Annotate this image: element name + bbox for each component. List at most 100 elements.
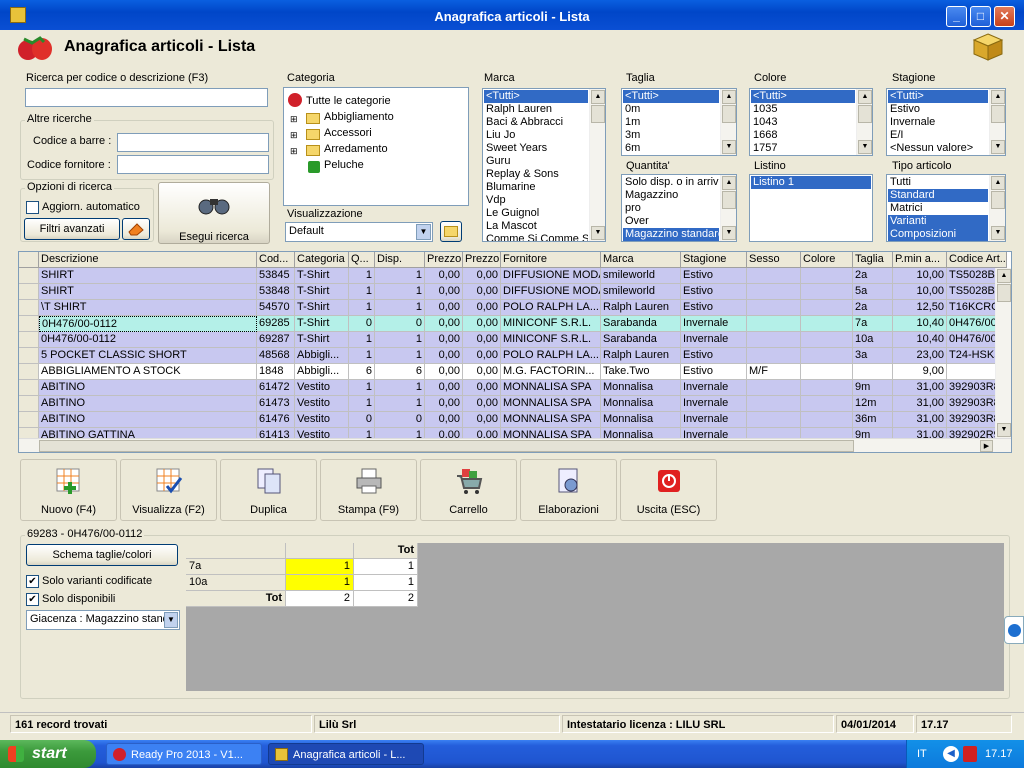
scroll-down-icon[interactable]: ▼	[722, 140, 736, 154]
auto-update-checkbox[interactable]	[26, 201, 39, 214]
table-row[interactable]: 0H476/00-0112 69287 T-Shirt 1 1 0,00 0,00 MINIC…	[19, 332, 1007, 348]
table-cell[interactable]	[801, 332, 853, 348]
category-item[interactable]: Peluche	[324, 159, 364, 171]
category-item[interactable]: Abbigliamento	[324, 111, 394, 123]
article-type-option[interactable]: Composizioni	[888, 228, 988, 241]
table-cell[interactable]: 1	[349, 284, 375, 300]
table-cell[interactable]: Estivo	[681, 284, 747, 300]
table-cell[interactable]: 9,00	[893, 364, 947, 380]
table-cell[interactable]: T-Shirt	[295, 316, 349, 332]
table-cell[interactable]: Invernale	[681, 396, 747, 412]
scroll-thumb[interactable]	[591, 105, 605, 123]
season-option[interactable]: <Tutti>	[888, 90, 988, 103]
table-cell[interactable]: Vestito	[295, 380, 349, 396]
table-row[interactable]: \T SHIRT 54570 T-Shirt 1 1 0,00 0,00 POLO RALPH…	[19, 300, 1007, 316]
column-header[interactable]: Q...	[349, 252, 375, 268]
table-cell[interactable]: SHIRT	[39, 268, 257, 284]
table-cell[interactable]: 0,00	[425, 396, 463, 412]
expand-icon[interactable]: ⊞	[290, 114, 298, 125]
season-option[interactable]: E/I	[888, 129, 988, 142]
table-cell[interactable]: ABITINO	[39, 380, 257, 396]
table-cell[interactable]: Sarabanda	[601, 332, 681, 348]
table-cell[interactable]	[801, 396, 853, 412]
table-cell[interactable]: 12m	[853, 396, 893, 412]
table-cell[interactable]: 10,40	[893, 332, 947, 348]
season-option[interactable]: Estivo	[888, 103, 988, 116]
table-cell[interactable]	[747, 396, 801, 412]
table-cell[interactable]: Monnalisa	[601, 396, 681, 412]
brand-option[interactable]: Replay & Sons	[484, 168, 588, 181]
category-all[interactable]: Tutte le categorie	[306, 95, 391, 107]
table-cell[interactable]: 31,00	[893, 412, 947, 428]
column-header[interactable]: Stagione	[681, 252, 747, 268]
table-cell[interactable]: 1	[375, 348, 425, 364]
brand-option[interactable]: Ralph Lauren	[484, 103, 588, 116]
table-cell[interactable]: 1	[349, 348, 375, 364]
scroll-thumb[interactable]	[991, 191, 1005, 209]
table-cell[interactable]: POLO RALPH LA...	[501, 300, 601, 316]
expand-icon[interactable]: ⊞	[290, 130, 298, 141]
table-cell[interactable]: Invernale	[681, 412, 747, 428]
pdf-icon[interactable]	[963, 746, 977, 762]
table-cell[interactable]: 0,00	[463, 396, 501, 412]
only-available-checkbox[interactable]: ✔	[26, 593, 39, 606]
duplicate-button[interactable]: Duplica	[220, 459, 317, 521]
table-cell[interactable]: 1	[375, 284, 425, 300]
table-cell[interactable]	[801, 284, 853, 300]
brand-option[interactable]: Sweet Years	[484, 142, 588, 155]
table-row[interactable]: 5 POCKET CLASSIC SHORT 48568 Abbigli... 1 1 0…	[19, 348, 1007, 364]
size-list[interactable]: <Tutti> 0m 1m 3m 6m ▲ ▼	[621, 88, 737, 156]
article-type-option[interactable]: Matrici	[888, 202, 988, 215]
table-cell[interactable]: M/F	[747, 364, 801, 380]
color-option[interactable]: 1035	[751, 103, 855, 116]
size-option[interactable]: 1m	[623, 116, 719, 129]
table-cell[interactable]: 6	[375, 364, 425, 380]
view-button[interactable]: Visualizza (F2)	[120, 459, 217, 521]
table-cell[interactable]: 0,00	[425, 300, 463, 316]
scroll-down-icon[interactable]: ▼	[591, 226, 605, 240]
table-cell[interactable]: Estivo	[681, 268, 747, 284]
table-cell[interactable]: 61472	[257, 380, 295, 396]
table-cell[interactable]: 1	[375, 380, 425, 396]
scroll-down-icon[interactable]: ▼	[722, 226, 736, 240]
table-cell[interactable]: 53848	[257, 284, 295, 300]
table-cell[interactable]: 1	[375, 332, 425, 348]
execute-search-button[interactable]: Esegui ricerca	[158, 182, 270, 244]
table-cell[interactable]: 1	[349, 380, 375, 396]
table-cell[interactable]: POLO RALPH LA...	[501, 348, 601, 364]
chevron-down-icon[interactable]: ▼	[164, 612, 178, 628]
task-anagrafica[interactable]: Anagrafica articoli - L...	[268, 743, 424, 765]
scroll-up-icon[interactable]: ▲	[858, 90, 872, 104]
table-cell[interactable]: 1	[375, 300, 425, 316]
table-cell[interactable]: 12,50	[893, 300, 947, 316]
scroll-thumb[interactable]	[722, 191, 736, 209]
maximize-button[interactable]: □	[970, 6, 991, 27]
table-cell[interactable]: Vestito	[295, 396, 349, 412]
table-cell[interactable]: 5a	[853, 284, 893, 300]
table-cell[interactable]	[801, 364, 853, 380]
row-indicator[interactable]	[19, 412, 39, 428]
table-cell[interactable]: ABBIGLIAMENTO A STOCK	[39, 364, 257, 380]
scroll-down-icon[interactable]: ▼	[991, 226, 1005, 240]
table-cell[interactable]: 0,00	[425, 348, 463, 364]
season-option[interactable]: <Nessun valore>	[888, 142, 988, 155]
table-cell[interactable]	[747, 316, 801, 332]
quantity-list[interactable]: Solo disp. o in arrivo Magazzino pro Over Ma…	[621, 174, 737, 242]
vertical-scrollbar[interactable]: ▲ ▼	[989, 89, 1005, 155]
table-cell[interactable]: 0,00	[425, 268, 463, 284]
table-cell[interactable]: smileworld	[601, 284, 681, 300]
table-cell[interactable]: T-Shirt	[295, 268, 349, 284]
table-cell[interactable]: 1	[349, 396, 375, 412]
table-cell[interactable]: DIFFUSIONE MODA	[501, 268, 601, 284]
scroll-thumb[interactable]	[39, 440, 854, 452]
table-cell[interactable]: Ralph Lauren	[601, 300, 681, 316]
table-cell[interactable]: 31,00	[893, 380, 947, 396]
size-option[interactable]: 3m	[623, 129, 719, 142]
column-header[interactable]: P.min a...	[893, 252, 947, 268]
scroll-thumb[interactable]	[722, 105, 736, 123]
scroll-right-icon[interactable]: ▶	[980, 440, 993, 452]
scroll-thumb[interactable]	[858, 105, 872, 123]
row-indicator[interactable]	[19, 364, 39, 380]
table-cell[interactable]	[801, 380, 853, 396]
table-cell[interactable]	[747, 268, 801, 284]
